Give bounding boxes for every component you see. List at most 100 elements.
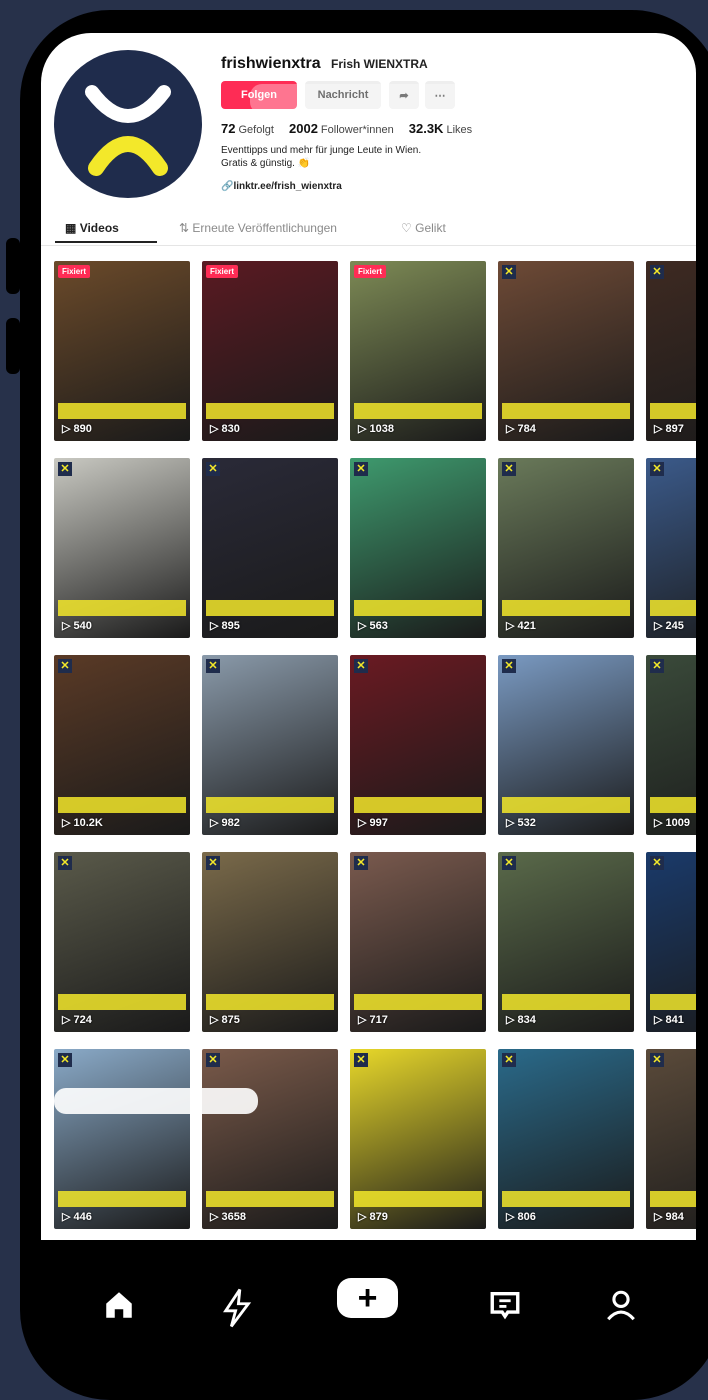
likes-label: Likes bbox=[446, 124, 473, 136]
video-tile[interactable]: ✕ ▷ 897 bbox=[646, 261, 696, 441]
view-count: ▷ 841 bbox=[654, 1014, 684, 1026]
caption-strip bbox=[354, 797, 482, 813]
display-name: Frish WIENXTRA bbox=[331, 57, 428, 71]
video-tile[interactable]: ✕ ▷ 446 bbox=[54, 1049, 190, 1229]
tab-videos[interactable]: ▦ Videos bbox=[65, 221, 119, 235]
video-tile[interactable]: ✕ ▷ 3658 bbox=[202, 1049, 338, 1229]
pinned-badge: Fixiert bbox=[58, 265, 91, 278]
caption-strip bbox=[502, 994, 630, 1010]
view-count: ▷ 421 bbox=[506, 620, 536, 632]
video-tile[interactable]: ✕ ▷ 717 bbox=[350, 852, 486, 1032]
video-tile[interactable]: ✕ ▷ 245 bbox=[646, 458, 696, 638]
video-tile[interactable]: ✕ ▷ 532 bbox=[498, 655, 634, 835]
tab-liked[interactable]: ♡ Gelikt bbox=[401, 221, 446, 235]
create-button[interactable]: + bbox=[337, 1278, 398, 1318]
brand-x-icon: ✕ bbox=[502, 265, 516, 279]
link-icon: 🔗 bbox=[221, 181, 234, 192]
wienxtra-logo-icon bbox=[85, 85, 171, 176]
caption-strip bbox=[502, 1191, 630, 1207]
brand-x-icon: ✕ bbox=[502, 1053, 516, 1067]
caption-strip bbox=[354, 1191, 482, 1207]
view-count: ▷ 806 bbox=[506, 1211, 536, 1223]
video-tile[interactable]: ✕ ▷ 806 bbox=[498, 1049, 634, 1229]
view-count: ▷ 3658 bbox=[210, 1211, 246, 1223]
caption-strip bbox=[58, 797, 186, 813]
brand-x-icon: ✕ bbox=[502, 659, 516, 673]
view-count: ▷ 784 bbox=[506, 423, 536, 435]
caption-strip bbox=[354, 600, 482, 616]
caption-strip bbox=[354, 994, 482, 1010]
profile-icon[interactable] bbox=[600, 1288, 642, 1328]
following-label: Gefolgt bbox=[238, 124, 274, 136]
view-count: ▷ 890 bbox=[62, 423, 92, 435]
video-tile[interactable]: ✕ ▷ 421 bbox=[498, 458, 634, 638]
view-count: ▷ 1009 bbox=[654, 817, 690, 829]
caption-strip bbox=[206, 797, 334, 813]
brand-x-icon: ✕ bbox=[502, 856, 516, 870]
overlay-bar bbox=[250, 84, 480, 114]
home-icon[interactable] bbox=[98, 1288, 140, 1328]
caption-strip bbox=[58, 403, 186, 419]
profile-link[interactable]: 🔗linktr.ee/frish_wienxtra bbox=[221, 181, 342, 192]
overlay-bar bbox=[54, 1088, 258, 1114]
video-tile[interactable]: ✕ ▷ 834 bbox=[498, 852, 634, 1032]
video-tile[interactable]: ✕ ▷ 724 bbox=[54, 852, 190, 1032]
volume-down-button bbox=[6, 318, 20, 374]
brand-x-icon: ✕ bbox=[206, 1053, 220, 1067]
video-tile[interactable]: ✕ ▷ 841 bbox=[646, 852, 696, 1032]
caption-strip bbox=[650, 1191, 696, 1207]
view-count: ▷ 897 bbox=[654, 423, 684, 435]
view-count: ▷ 830 bbox=[210, 423, 240, 435]
caption-strip bbox=[502, 600, 630, 616]
view-count: ▷ 724 bbox=[62, 1014, 92, 1026]
video-tile[interactable]: ✕ ▷ 540 bbox=[54, 458, 190, 638]
brand-x-icon: ✕ bbox=[206, 462, 220, 476]
video-tile[interactable]: Fixiert ▷ 1038 bbox=[350, 261, 486, 441]
video-tile[interactable]: ✕ ▷ 875 bbox=[202, 852, 338, 1032]
profile-stats: 72 Gefolgt 2002 Follower*innen 32.3K Likes bbox=[221, 121, 472, 136]
profile-screen: frishwienxtra Frish WIENXTRA Folgen Nach… bbox=[41, 33, 696, 1240]
heart-icon: ♡ bbox=[401, 221, 412, 235]
video-tile[interactable]: Fixiert ▷ 830 bbox=[202, 261, 338, 441]
video-tile[interactable]: Fixiert ▷ 890 bbox=[54, 261, 190, 441]
caption-strip bbox=[650, 403, 696, 419]
view-count: ▷ 997 bbox=[358, 817, 388, 829]
video-tile[interactable]: ✕ ▷ 997 bbox=[350, 655, 486, 835]
brand-x-icon: ✕ bbox=[354, 659, 368, 673]
username: frishwienxtra bbox=[221, 55, 321, 72]
caption-strip bbox=[206, 403, 334, 419]
avatar[interactable] bbox=[54, 50, 202, 198]
caption-strip bbox=[650, 994, 696, 1010]
view-count: ▷ 540 bbox=[62, 620, 92, 632]
view-count: ▷ 563 bbox=[358, 620, 388, 632]
brand-x-icon: ✕ bbox=[58, 856, 72, 870]
video-tile[interactable]: ✕ ▷ 784 bbox=[498, 261, 634, 441]
view-count: ▷ 895 bbox=[210, 620, 240, 632]
video-tile[interactable]: ✕ ▷ 10.2K bbox=[54, 655, 190, 835]
pinned-badge: Fixiert bbox=[354, 265, 387, 278]
view-count: ▷ 446 bbox=[62, 1211, 92, 1223]
view-count: ▷ 834 bbox=[506, 1014, 536, 1026]
caption-strip bbox=[206, 600, 334, 616]
bio-line: Eventtipps und mehr für junge Leute in W… bbox=[221, 145, 422, 156]
brand-x-icon: ✕ bbox=[206, 659, 220, 673]
video-tile[interactable]: ✕ ▷ 563 bbox=[350, 458, 486, 638]
grid-icon: ▦ bbox=[65, 221, 77, 235]
lightning-icon[interactable] bbox=[216, 1288, 258, 1334]
following-count[interactable]: 72 bbox=[221, 121, 235, 136]
video-tile[interactable]: ✕ ▷ 895 bbox=[202, 458, 338, 638]
brand-x-icon: ✕ bbox=[206, 856, 220, 870]
video-tile[interactable]: ✕ ▷ 879 bbox=[350, 1049, 486, 1229]
pinned-badge: Fixiert bbox=[206, 265, 239, 278]
followers-count[interactable]: 2002 bbox=[289, 121, 318, 136]
caption-strip bbox=[502, 403, 630, 419]
video-tile[interactable]: ✕ ▷ 984 bbox=[646, 1049, 696, 1229]
inbox-icon[interactable] bbox=[484, 1288, 526, 1328]
view-count: ▷ 532 bbox=[506, 817, 536, 829]
tab-reposts[interactable]: ⇅ Erneute Veröffentlichungen bbox=[179, 221, 337, 235]
video-tile[interactable]: ✕ ▷ 982 bbox=[202, 655, 338, 835]
caption-strip bbox=[58, 994, 186, 1010]
repost-icon: ⇅ bbox=[179, 221, 190, 235]
brand-x-icon: ✕ bbox=[502, 462, 516, 476]
video-tile[interactable]: ✕ ▷ 1009 bbox=[646, 655, 696, 835]
